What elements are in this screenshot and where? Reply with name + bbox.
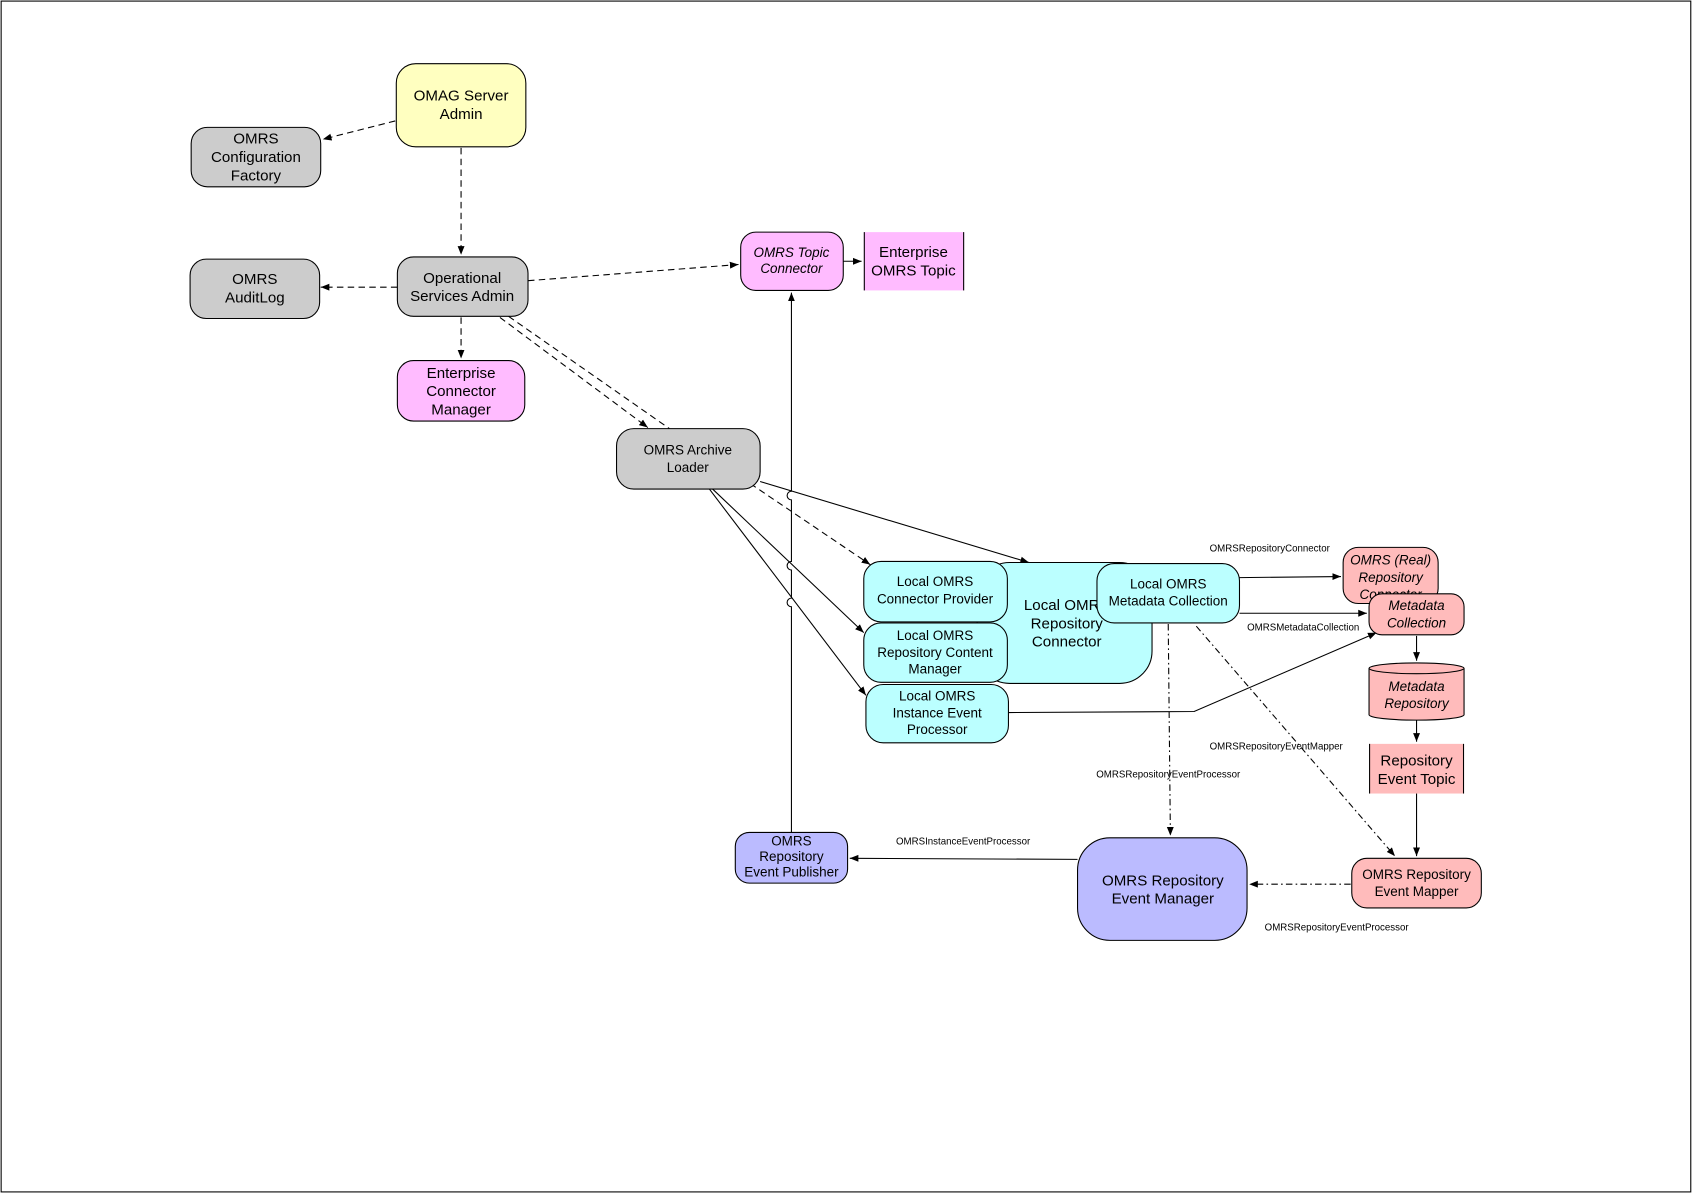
node-instance-event-processor[interactable]: Local OMRS Instance Event Processor — [865, 683, 1009, 744]
node-repository-event-publisher[interactable]: OMRS Repository Event Publisher — [734, 831, 849, 884]
svg-text:OperationalServices Admin: Operational Services Admin — [410, 270, 514, 305]
label-metadata-collection: OMRSMetadataCollection — [1247, 623, 1359, 634]
node-repository-event-topic[interactable]: Repository Event Topic — [1369, 743, 1465, 794]
node-enterprise-connector-manager[interactable]: Enterprise Connector Manager — [396, 360, 526, 422]
label-event-mapper: OMRSRepositoryEventMapper — [1210, 741, 1344, 752]
node-content-manager[interactable]: Local OMRS Repository Content Manager — [863, 622, 1008, 683]
node-topic-connector[interactable]: OMRS Topic Connector — [740, 231, 844, 291]
svg-text:OMRS RepositoryEvent Manager: OMRS Repository Event Manager — [1102, 872, 1224, 907]
node-metadata-collection[interactable]: Metadata Collection — [1368, 593, 1465, 636]
label-event-processor: OMRSRepositoryEventProcessor — [1096, 769, 1241, 780]
label-repository-connector: OMRSRepositoryConnector — [1210, 544, 1331, 555]
node-local-metadata-collection[interactable]: Local OMRS Metadata Collection — [1096, 563, 1241, 624]
node-repository-event-mapper[interactable]: OMRS Repository Event Mapper — [1351, 857, 1482, 909]
node-audit-log[interactable]: OMRS AuditLog — [189, 258, 321, 320]
svg-text:OMRSAuditLog: OMRS AuditLog — [225, 271, 285, 306]
node-metadata-repository[interactable]: Metadata Repository — [1368, 662, 1465, 721]
omrs-architecture-diagram: OMRSRepositoryConnector OMRSMetadataColl… — [0, 0, 1692, 1193]
node-repository-event-manager[interactable]: OMRS Repository Event Manager — [1077, 837, 1248, 941]
node-omag-server-admin[interactable]: OMAG Server Admin — [395, 63, 527, 148]
node-operational-services-admin[interactable]: Operational Services Admin — [396, 256, 529, 317]
node-enterprise-topic[interactable]: Enterprise OMRS Topic — [863, 232, 965, 291]
node-config-factory[interactable]: OMRS Configuration Factory — [190, 126, 322, 188]
svg-text:OMRS TopicConnector: OMRS Topic Connector — [753, 245, 829, 276]
label-event-processor-2: OMRSRepositoryEventProcessor — [1265, 923, 1410, 934]
node-connector-provider[interactable]: Local OMRS Connector Provider — [863, 560, 1008, 623]
svg-text:RepositoryEvent Topic: Repository Event Topic — [1378, 752, 1456, 787]
svg-text:EnterpriseConnectorManager: Enterprise Connector Manager — [426, 365, 496, 419]
label-instance-event-processor: OMRSInstanceEventProcessor — [896, 836, 1031, 847]
svg-text:EnterpriseOMRS Topic: Enterprise OMRS Topic — [871, 244, 956, 279]
node-archive-loader[interactable]: OMRS Archive Loader — [615, 428, 761, 490]
